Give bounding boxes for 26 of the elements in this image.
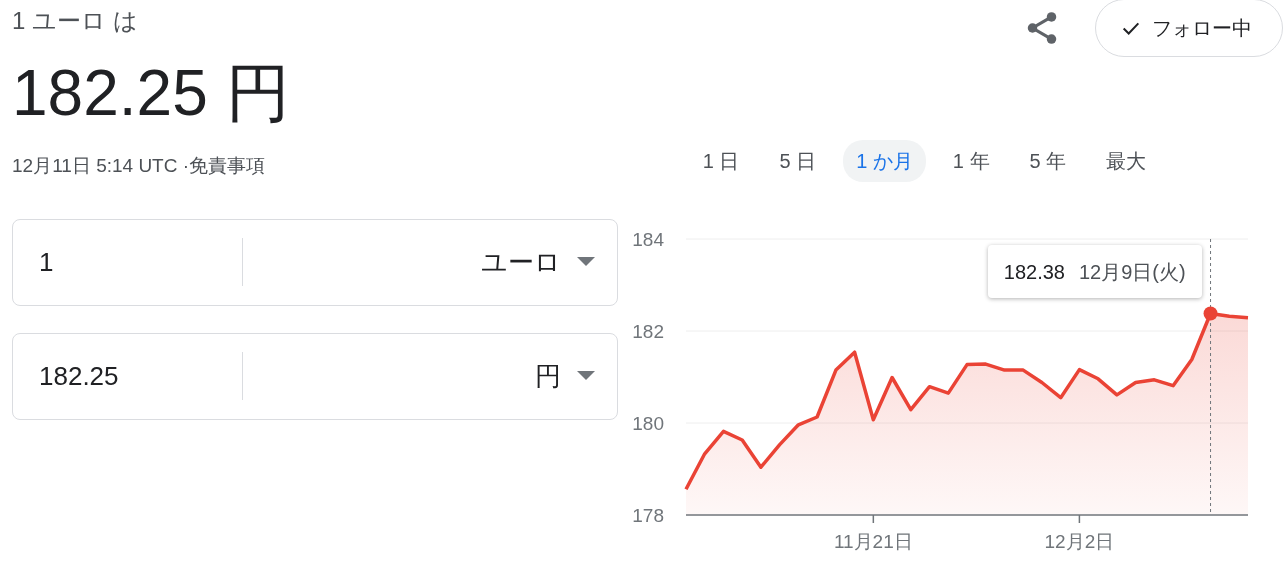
y-axis-label: 182 (632, 321, 664, 342)
range-tab[interactable]: 5 日 (766, 140, 830, 182)
conversion-label: 1 ユーロ は (12, 6, 138, 36)
y-axis-label: 178 (632, 505, 664, 526)
timestamp: 12月11日 5:14 UTC · (12, 154, 190, 178)
range-tab[interactable]: 1 年 (939, 140, 1003, 182)
follow-button[interactable]: フォロー中 (1095, 0, 1283, 57)
range-tab[interactable]: 1 か月 (843, 140, 926, 182)
disclaimer-link[interactable]: 免責事項 (189, 152, 266, 181)
range-tab[interactable]: 1 日 (689, 140, 753, 182)
tooltip-value: 182.38 (1003, 259, 1065, 285)
range-tab[interactable]: 最大 (1093, 140, 1160, 182)
hover-point (1203, 306, 1218, 321)
y-axis-label: 180 (632, 413, 664, 434)
caret-icon (576, 257, 595, 267)
y-axis-label: 184 (632, 229, 664, 250)
x-axis-label: 12月2日 (1044, 531, 1114, 552)
amount-field[interactable]: 1 (39, 242, 54, 282)
currency-dropdown[interactable]: 円 (243, 356, 617, 396)
conversion-result: 182.25 円 (12, 58, 290, 128)
tooltip-date: 12月9日(火) (1078, 259, 1186, 285)
amount-field[interactable]: 182.25 (39, 356, 119, 396)
currency-dropdown[interactable]: ユーロ (243, 242, 617, 282)
x-axis-label: 11月21日 (833, 531, 913, 552)
range-tab[interactable]: 5 年 (1016, 140, 1080, 182)
caret-icon (576, 371, 595, 381)
